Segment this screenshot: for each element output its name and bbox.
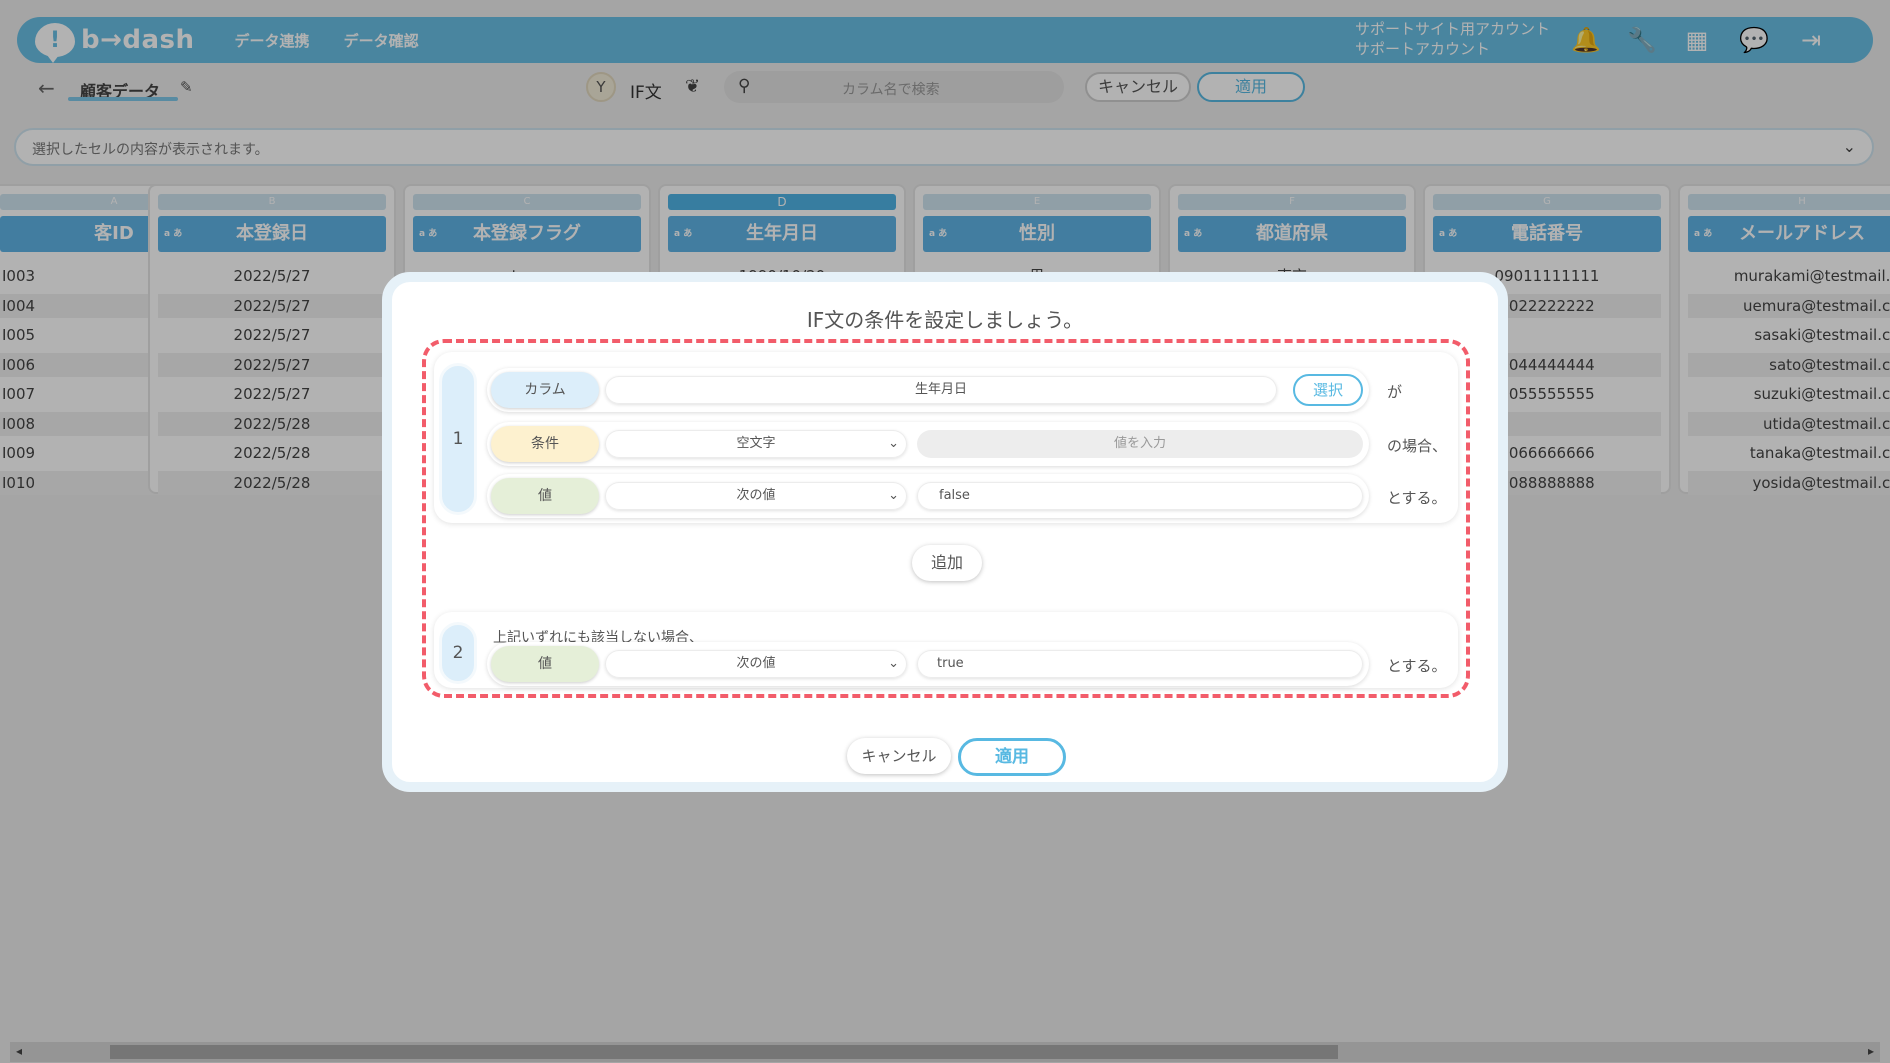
condition-number-2: 2 [439,622,477,684]
condition-number-1: 1 [439,363,477,515]
value-row-1: 値 次の値 ⌄ false [487,474,1369,518]
value-mode-2: 次の値 [736,656,776,671]
value-input-2[interactable]: true [917,650,1363,678]
select-column-button[interactable]: 選択 [1293,374,1363,406]
condition-tag: 条件 [491,426,599,462]
chevron-down-icon: ⌄ [888,656,899,671]
column-field[interactable]: 生年月日 [605,376,1277,404]
value-mode-1: 次の値 [736,488,776,503]
condition-select-value: 空文字 [736,436,776,451]
value-mode-select-1[interactable]: 次の値 ⌄ [605,482,907,510]
column-row: カラム 生年月日 選択 [487,368,1369,412]
condition-select[interactable]: 空文字 ⌄ [605,430,907,458]
value-tag-1: 値 [491,478,599,514]
value-row-2: 値 次の値 ⌄ true [487,642,1369,686]
condition-value-input[interactable]: 値を入力 [917,430,1363,458]
dialog-apply-button[interactable]: 適用 [958,738,1066,776]
add-condition-button[interactable]: 追加 [912,545,982,581]
chevron-down-icon: ⌄ [888,436,899,451]
if-condition-dialog: IF文の条件を設定しましょう。 1 カラム 生年月日 選択 が 条件 空文字 ⌄… [382,272,1508,792]
column-tag: カラム [491,372,599,408]
dialog-title: IF文の条件を設定しましょう。 [806,308,1084,332]
value-tag-2: 値 [491,646,599,682]
condition-row: 条件 空文字 ⌄ 値を入力 [487,422,1369,466]
suffix-ga: が [1387,383,1403,401]
suffix-tosuru-2: とする。 [1387,657,1447,675]
chevron-down-icon: ⌄ [888,488,899,503]
value-input-1[interactable]: false [917,482,1363,510]
dialog-cancel-button[interactable]: キャンセル [847,738,951,774]
suffix-tosuru-1: とする。 [1387,489,1447,507]
suffix-baai: の場合、 [1387,437,1448,455]
value-mode-select-2[interactable]: 次の値 ⌄ [605,650,907,678]
